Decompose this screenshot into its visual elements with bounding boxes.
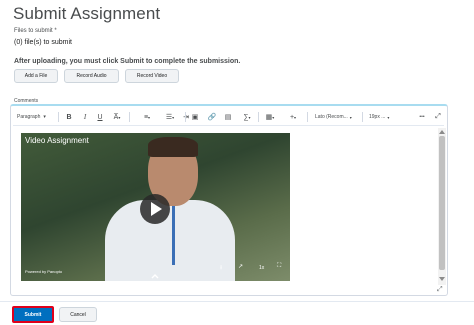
powered-by-label: Powered by Panopto [25, 269, 63, 274]
video-fullscreen-icon[interactable]: ⛶ [277, 263, 281, 270]
underline-icon[interactable]: U [95, 110, 105, 124]
font-select-label: Lato (Recom... [315, 114, 348, 120]
insert-stuff-icon[interactable]: ▣ [190, 110, 200, 124]
more-options-icon[interactable]: ••• [416, 110, 428, 124]
table-icon[interactable]: ▦ ▾ [263, 110, 277, 124]
video-title: Video Assignment [25, 136, 89, 145]
files-count: (0) file(s) to submit [14, 39, 72, 46]
video-frame-body [105, 200, 235, 281]
cancel-button[interactable]: Cancel [59, 307, 97, 322]
page-title: Submit Assignment [13, 4, 161, 23]
align-icon[interactable]: ≡ ▾ [140, 110, 154, 124]
popout-icon[interactable]: ↗ [238, 263, 243, 270]
chevron-down-icon: ▾ [43, 114, 46, 120]
resize-handle-icon[interactable]: ⤢ [437, 286, 443, 294]
toolbar-divider [362, 112, 363, 122]
toolbar-divider [129, 112, 130, 122]
image-icon[interactable]: ▤ [223, 110, 233, 124]
video-frame-hair [148, 137, 198, 157]
paragraph-select[interactable]: Paragraph ▾ [17, 110, 57, 124]
download-icon[interactable]: ⭳ [220, 263, 222, 273]
plus-icon[interactable]: + ▾ [286, 110, 300, 124]
toolbar-divider [258, 112, 259, 122]
scroll-up-arrow-icon[interactable] [439, 130, 445, 134]
equation-icon[interactable]: ∑ ▾ [240, 110, 254, 124]
speed-button[interactable]: 1x [259, 265, 264, 271]
record-video-button[interactable]: Record Video [125, 69, 179, 83]
toolbar-divider [185, 112, 186, 122]
play-icon [151, 202, 162, 216]
record-audio-button[interactable]: Record Audio [64, 69, 119, 83]
video-frame-lanyard [172, 205, 175, 265]
chevron-down-icon: ▾ [387, 114, 390, 120]
scroll-thumb[interactable] [439, 136, 445, 270]
list-icon[interactable]: ☰ ▾ [163, 110, 177, 124]
files-label: Files to submit * [14, 28, 57, 34]
size-select[interactable]: 19px ... ▾ [369, 110, 391, 124]
size-select-label: 19px ... [369, 114, 386, 120]
paragraph-select-label: Paragraph [17, 114, 41, 120]
link-icon[interactable]: 🔗 [207, 110, 217, 124]
chevron-up-icon[interactable] [150, 271, 160, 281]
footer-divider [0, 301, 474, 302]
submit-button[interactable]: Submit [12, 306, 54, 323]
italic-icon[interactable]: I [80, 110, 90, 124]
scroll-down-arrow-icon[interactable] [439, 277, 445, 281]
add-file-button[interactable]: Add a File [14, 69, 58, 83]
upload-note: After uploading, you must click Submit t… [14, 58, 241, 65]
text-style-icon[interactable]: A̅ ▾ [109, 110, 125, 124]
fullscreen-icon[interactable]: ⤢ [433, 110, 443, 124]
font-select[interactable]: Lato (Recom... ▾ [315, 110, 357, 124]
bold-icon[interactable]: B [64, 110, 74, 124]
chevron-down-icon: ▾ [349, 114, 352, 120]
toolbar-divider [307, 112, 308, 122]
toolbar-divider [58, 112, 59, 122]
play-button[interactable] [140, 194, 170, 224]
